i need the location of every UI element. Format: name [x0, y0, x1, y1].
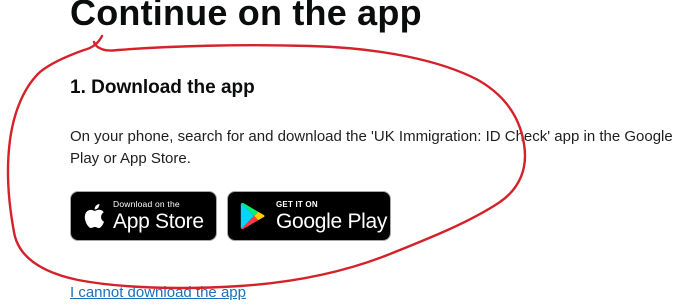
app-store-text: Download on the App Store [113, 200, 204, 232]
app-store-large-text: App Store [113, 209, 204, 233]
google-play-icon [238, 202, 268, 230]
google-play-large-text: Google Play [276, 209, 388, 233]
google-play-small-text: GET IT ON [276, 199, 318, 209]
app-store-badge[interactable]: Download on the App Store [70, 191, 217, 241]
page-title: Continue on the app [70, 0, 422, 33]
cannot-download-link[interactable]: I cannot download the app [70, 284, 246, 301]
apple-icon [81, 203, 107, 229]
step-heading: 1. Download the app [70, 77, 255, 98]
app-store-small-text: Download on the [113, 199, 180, 210]
google-play-text: GET IT ON Google Play [276, 199, 388, 233]
google-play-badge[interactable]: GET IT ON Google Play [227, 191, 391, 241]
download-instructions: On your phone, search for and download t… [70, 128, 673, 167]
